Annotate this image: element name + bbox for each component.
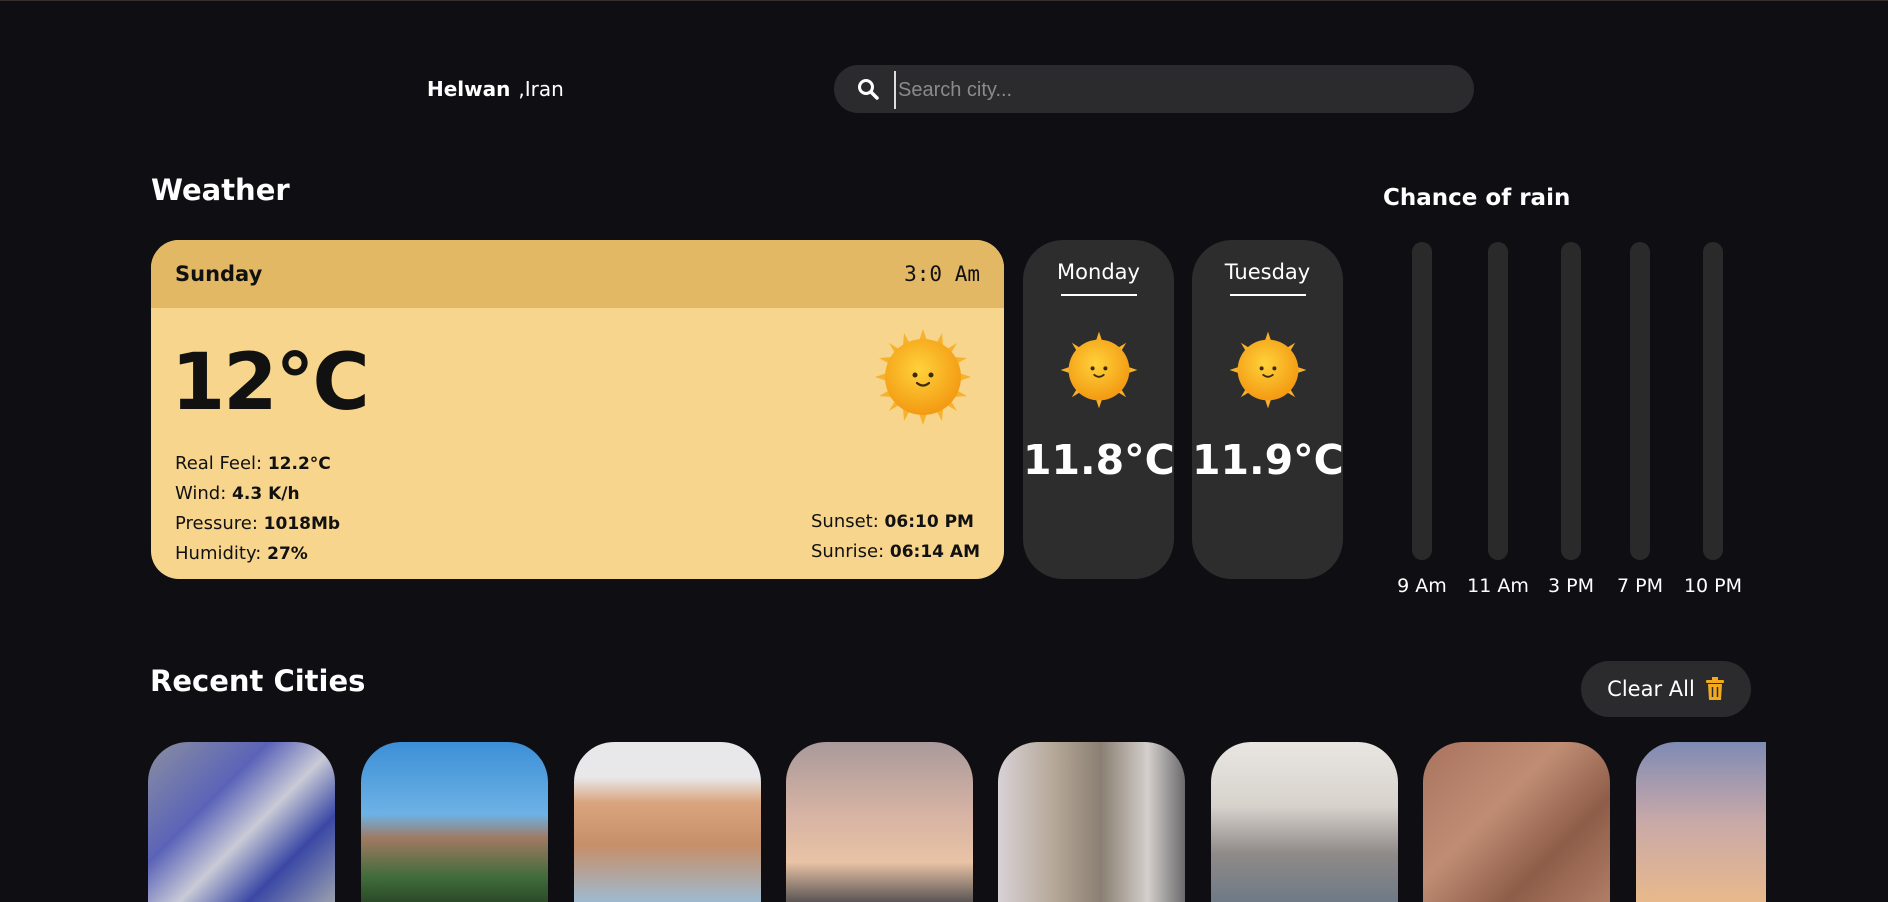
- current-location: Helwan ,Iran: [427, 77, 564, 101]
- today-weather-card: Sunday 3:0 Am 12°C Real Feel: 12.2°C Win…: [151, 240, 1004, 579]
- day-underline: [1229, 294, 1306, 296]
- trash-icon: [1705, 677, 1724, 700]
- forecast-day: Monday: [1057, 260, 1140, 284]
- sunset-value: 06:10 PM: [884, 512, 974, 532]
- recent-city-card[interactable]: [998, 742, 1185, 902]
- sun-icon: [875, 329, 971, 425]
- clear-all-button[interactable]: Clear All: [1581, 661, 1751, 717]
- search-bar[interactable]: [834, 65, 1474, 113]
- rain-hour-label: 10 PM: [1683, 575, 1743, 597]
- wind-label: Wind:: [175, 483, 227, 504]
- recent-cities-title: Recent Cities: [150, 664, 366, 698]
- recent-city-card[interactable]: [786, 742, 973, 902]
- search-icon: [858, 79, 879, 100]
- rain-bar-9am: [1412, 242, 1432, 560]
- forecast-card-monday[interactable]: Monday 11.8°C: [1023, 240, 1175, 579]
- real-feel-row: Real Feel: 12.2°C: [175, 449, 340, 479]
- forecast-day: Tuesday: [1224, 260, 1311, 284]
- rain-bar-11am: [1488, 242, 1508, 560]
- recent-city-card[interactable]: [1211, 742, 1398, 902]
- recent-city-card[interactable]: [1636, 742, 1766, 902]
- humidity-value: 27%: [267, 544, 308, 564]
- rain-bar-3pm: [1561, 242, 1581, 560]
- today-time: 3:0 Am: [904, 262, 980, 286]
- real-feel-value: 12.2°C: [267, 454, 331, 474]
- sunset-label: Sunset:: [810, 511, 879, 532]
- rain-bar-7pm: [1630, 242, 1650, 560]
- rain-hour-label: 7 PM: [1617, 575, 1663, 597]
- sun-icon: [1229, 331, 1306, 409]
- recent-city-card[interactable]: [361, 742, 548, 902]
- sunrise-value: 06:14 AM: [889, 542, 980, 562]
- real-feel-label: Real Feel:: [175, 453, 263, 474]
- search-input[interactable]: [894, 71, 1460, 109]
- sunrise-label: Sunrise:: [810, 541, 885, 562]
- location-country: ,Iran: [518, 77, 564, 101]
- clear-all-label: Clear All: [1607, 677, 1695, 701]
- forecast-card-tuesday[interactable]: Tuesday 11.9°C: [1192, 240, 1344, 579]
- recent-city-card[interactable]: [1423, 742, 1610, 902]
- today-temperature: 12°C: [171, 338, 370, 428]
- pressure-label: Pressure:: [175, 513, 258, 534]
- rain-bar-10pm: [1703, 242, 1723, 560]
- pressure-row: Pressure: 1018Mb: [175, 509, 340, 539]
- rain-hour-label: 11 Am: [1467, 575, 1529, 597]
- recent-city-card[interactable]: [574, 742, 761, 902]
- recent-city-card[interactable]: [148, 742, 335, 902]
- forecast-temperature: 11.8°C: [1023, 436, 1175, 484]
- rain-title: Chance of rain: [1383, 185, 1571, 211]
- sunrise-row: Sunrise: 06:14 AM: [811, 537, 980, 567]
- humidity-row: Humidity: 27%: [175, 539, 340, 569]
- rain-hour-label: 3 PM: [1548, 575, 1594, 597]
- location-city: Helwan: [427, 77, 511, 101]
- rain-hour-label: 9 Am: [1397, 575, 1447, 597]
- humidity-label: Humidity:: [175, 543, 262, 564]
- today-day: Sunday: [175, 262, 263, 286]
- sun-times: Sunset: 06:10 PM Sunrise: 06:14 AM: [811, 507, 980, 567]
- weather-details: Real Feel: 12.2°C Wind: 4.3 K/h Pressure…: [175, 449, 340, 569]
- sunset-row: Sunset: 06:10 PM: [811, 507, 980, 537]
- weather-title: Weather: [151, 173, 290, 207]
- today-card-header: Sunday 3:0 Am: [151, 240, 1004, 308]
- pressure-value: 1018Mb: [263, 514, 341, 534]
- wind-value: 4.3 K/h: [232, 484, 300, 504]
- day-underline: [1060, 294, 1137, 296]
- sun-icon: [1060, 331, 1137, 409]
- forecast-temperature: 11.9°C: [1192, 436, 1344, 484]
- wind-row: Wind: 4.3 K/h: [175, 479, 340, 509]
